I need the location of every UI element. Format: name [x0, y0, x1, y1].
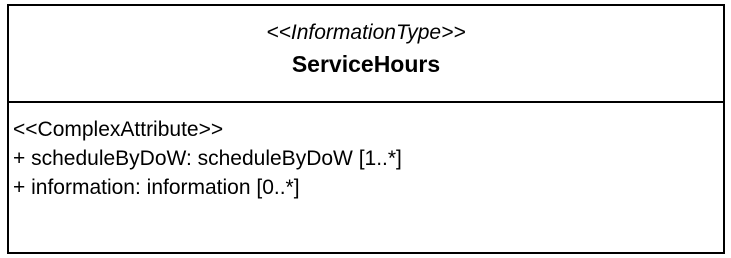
attribute-schedule-by-dow: + scheduleByDoW: scheduleByDoW [1..*]: [13, 147, 402, 170]
class-stereotype: <<InformationType>>: [266, 21, 466, 44]
class-header: <<InformationType>> ServiceHours: [9, 6, 723, 103]
uml-class-box: <<InformationType>> ServiceHours <<Compl…: [7, 4, 725, 254]
attributes-compartment: <<ComplexAttribute>> + scheduleByDoW: sc…: [9, 103, 723, 202]
attribute-information: + information: information [0..*]: [13, 176, 300, 199]
attributes-stereotype: <<ComplexAttribute>>: [13, 118, 224, 141]
class-name: ServiceHours: [291, 51, 441, 77]
